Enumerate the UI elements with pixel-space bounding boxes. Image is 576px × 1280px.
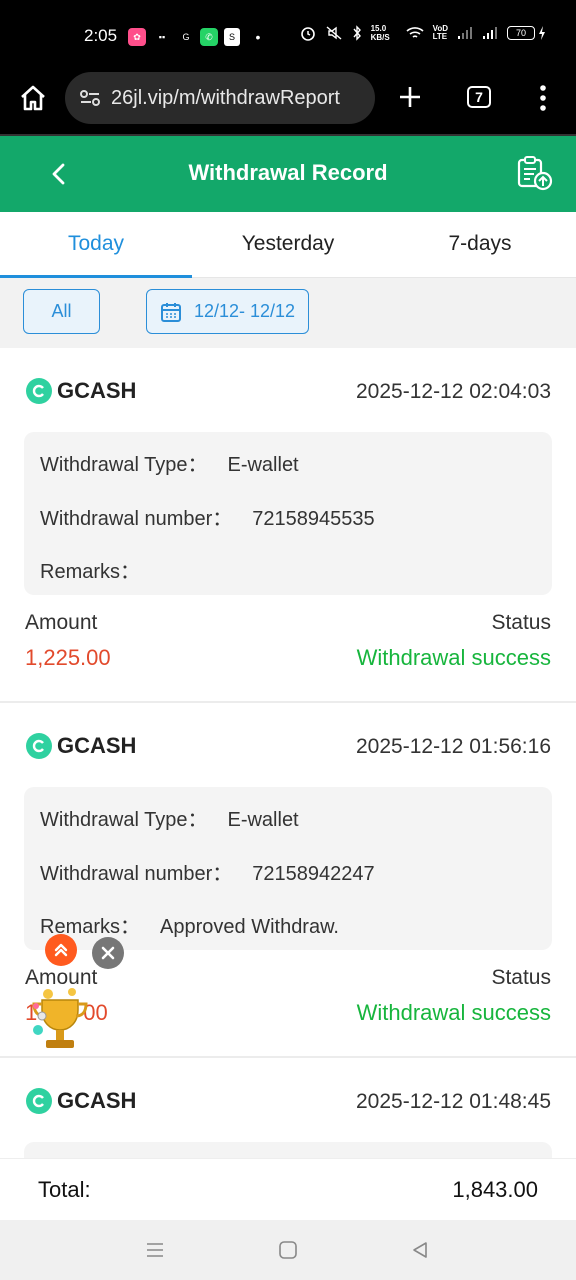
dot-icon: • <box>255 29 261 45</box>
record-datetime: 2025-12-12 02:04:03 <box>356 380 551 403</box>
record-details: Withdrawal Type： E-wallet Withdrawal numb… <box>24 787 552 950</box>
withdrawal-record: GCASH 2025-12-12 02:04:03 Withdrawal Typ… <box>0 348 576 703</box>
withdrawal-type-row: Withdrawal Type： E-wallet <box>40 448 299 477</box>
amount-value: 1,225.00 <box>25 645 111 670</box>
clipboard-upload-icon[interactable] <box>516 156 554 192</box>
status-label: Status <box>491 611 551 634</box>
tab-7-days[interactable]: 7-days <box>384 212 576 277</box>
charging-icon <box>539 26 545 40</box>
home-icon[interactable] <box>19 84 47 112</box>
gcash-logo-icon <box>26 733 52 759</box>
temu-icon: ✿ <box>128 28 146 46</box>
wifi-icon <box>406 27 424 38</box>
total-label: Total: <box>38 1177 91 1202</box>
withdrawal-type-row: Withdrawal Type： E-wallet <box>40 803 299 832</box>
whatsapp-icon: ✆ <box>200 28 218 46</box>
close-icon <box>101 946 115 960</box>
amount-label: Amount <box>25 611 98 634</box>
status-value: Withdrawal success <box>356 645 551 670</box>
shopee-icon: S <box>224 28 240 46</box>
record-details: Withdrawal Type： E-wallet Withdrawal numb… <box>24 432 552 595</box>
withdrawal-number-label: Withdrawal number： <box>40 863 233 885</box>
battery-icon: 70 <box>507 26 535 40</box>
system-nav-bar <box>0 1220 576 1280</box>
status-label: Status <box>491 966 551 989</box>
withdrawal-number-label: Withdrawal number： <box>40 508 233 530</box>
scroll-up-button[interactable] <box>45 934 77 966</box>
date-range-button[interactable]: 12/12- 12/12 <box>146 289 309 334</box>
browser-toolbar: 26jl.vip/m/withdrawReport 7 <box>0 72 576 136</box>
menu-icon[interactable] <box>538 84 548 112</box>
record-datetime: 2025-12-12 01:48:45 <box>356 1090 551 1113</box>
gcash-logo-icon <box>26 1088 52 1114</box>
withdrawal-type-label: Withdrawal Type： <box>40 454 208 476</box>
tab-today[interactable]: Today <box>0 212 192 278</box>
withdrawal-number-row: Withdrawal number： 72158942247 <box>40 857 375 886</box>
close-promo-button[interactable] <box>92 937 124 969</box>
record-datetime: 2025-12-12 01:56:16 <box>356 735 551 758</box>
net-speed: 15.0 KB/S <box>370 24 390 42</box>
home-nav-icon[interactable] <box>276 1238 300 1262</box>
site-settings-icon[interactable] <box>79 88 101 108</box>
withdrawal-record: GCASH 2025-12-12 01:48:45 <box>0 1058 576 1162</box>
brand-label: GCASH <box>57 1088 137 1113</box>
new-tab-icon[interactable] <box>398 85 422 109</box>
remarks-value: Approved Withdraw. <box>160 916 339 938</box>
address-bar[interactable]: 26jl.vip/m/withdrawReport <box>65 72 375 124</box>
all-filter-button[interactable]: All <box>23 289 100 334</box>
withdrawal-number-value: 72158942247 <box>252 863 375 885</box>
clock: 2:05 <box>84 26 118 45</box>
withdrawal-type-label: Withdrawal Type： <box>40 809 208 831</box>
withdrawal-type-value: E-wallet <box>227 809 299 831</box>
filter-bar: All 12/12- 12/12 <box>0 278 576 348</box>
status-value: Withdrawal success <box>356 1000 551 1025</box>
date-range-text: 12/12- 12/12 <box>193 301 296 321</box>
trophy-promo-icon[interactable] <box>28 986 92 1058</box>
total-bar: Total: 1,843.00 <box>0 1158 576 1220</box>
status-bar: 2:05 ✿ ▪▪ G ✆ S • 15.0 KB/S VoD LTE 70 <box>0 0 576 72</box>
record-brand: GCASH <box>26 1088 136 1114</box>
app-header: Withdrawal Record <box>0 136 576 212</box>
signal-icon-2 <box>483 27 497 39</box>
volte-icon: VoD LTE <box>432 24 448 41</box>
all-filter-label: All <box>51 301 72 321</box>
total-value: 1,843.00 <box>452 1177 538 1202</box>
remarks-label: Remarks： <box>40 561 141 583</box>
remarks-row: Remarks： <box>40 555 160 584</box>
date-tabs: Today Yesterday 7-days <box>0 212 576 278</box>
tab-yesterday[interactable]: Yesterday <box>192 212 384 277</box>
temu-text-icon: ▪▪ <box>158 32 166 42</box>
withdrawal-number-value: 72158945535 <box>252 508 375 530</box>
remarks-row: Remarks： Approved Withdraw. <box>40 910 339 939</box>
signal-icon <box>458 27 472 39</box>
gcash-logo-icon <box>26 378 52 404</box>
brand-label: GCASH <box>57 733 137 758</box>
status-right: 15.0 KB/S VoD LTE 70 <box>300 24 546 42</box>
withdrawal-type-value: E-wallet <box>227 454 299 476</box>
back-nav-icon[interactable] <box>408 1238 432 1262</box>
mute-icon <box>326 26 342 40</box>
page-title: Withdrawal Record <box>188 160 388 185</box>
double-chevron-up-icon <box>54 943 68 957</box>
record-brand: GCASH <box>26 733 136 759</box>
brand-label: GCASH <box>57 378 137 403</box>
bluetooth-icon <box>353 25 361 41</box>
calendar-icon <box>160 302 181 322</box>
record-brand: GCASH <box>26 378 136 404</box>
recents-icon[interactable] <box>143 1238 167 1262</box>
withdrawal-number-row: Withdrawal number： 72158945535 <box>40 502 375 531</box>
tabs-icon[interactable]: 7 <box>467 86 491 108</box>
url-text[interactable]: 26jl.vip/m/withdrawReport <box>111 87 361 110</box>
alarm-icon <box>300 27 315 41</box>
gcash-icon: G <box>182 32 190 42</box>
